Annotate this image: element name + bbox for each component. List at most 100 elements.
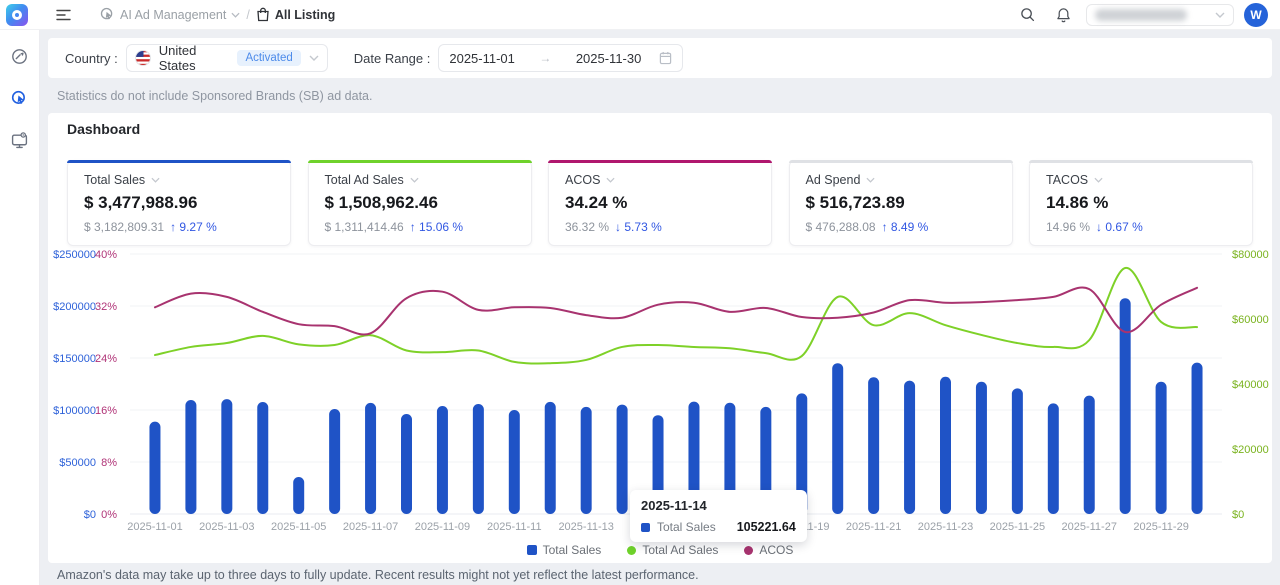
- metric-selector[interactable]: TACOS: [1046, 173, 1236, 187]
- notifications-button[interactable]: [1050, 2, 1076, 28]
- legend-label: ACOS: [759, 543, 793, 557]
- data-delay-note: Amazon's data may take up to three days …: [57, 568, 699, 582]
- metric-value: 34.24 %: [565, 193, 755, 213]
- svg-text:2025-11-23: 2025-11-23: [918, 521, 973, 533]
- metric-selector[interactable]: Total Sales: [84, 173, 274, 187]
- filter-bar: Country : United States Activated: [48, 38, 1272, 78]
- dashboard-panel: Dashboard Total Sales $ 3,477,988.96 $ 3…: [48, 113, 1272, 563]
- country-label: Country :: [65, 51, 118, 66]
- svg-text:$100000: $100000: [53, 405, 96, 417]
- metric-card-total-ad-sales: Total Ad Sales $ 1,508,962.46 $ 1,311,41…: [308, 160, 532, 246]
- search-button[interactable]: [1014, 2, 1040, 28]
- chevron-down-icon: [1094, 177, 1103, 183]
- breadcrumb-app-selector[interactable]: AI Ad Management: [100, 7, 240, 22]
- svg-text:$80000: $80000: [1232, 249, 1269, 261]
- date-start-value[interactable]: 2025-11-01: [449, 51, 515, 66]
- logo-ring: [12, 10, 22, 20]
- metric-label: Ad Spend: [806, 173, 861, 187]
- tooltip-series-label: Total Sales: [657, 520, 716, 534]
- svg-text:$0: $0: [1232, 509, 1244, 521]
- metric-change: ↓ 0.67 %: [1096, 220, 1143, 234]
- metric-selector[interactable]: ACOS: [565, 173, 755, 187]
- metric-comparison: $ 1,311,414.46 ↑ 15.06 %: [325, 220, 515, 234]
- svg-text:2025-11-03: 2025-11-03: [199, 521, 254, 533]
- svg-text:2025-11-05: 2025-11-05: [271, 521, 326, 533]
- svg-text:40%: 40%: [95, 249, 117, 261]
- sidebar-item-ad-management[interactable]: [6, 84, 34, 112]
- metric-change: ↑ 9.27 %: [170, 220, 217, 234]
- breadcrumb-app-label: AI Ad Management: [120, 8, 226, 22]
- app-logo-icon[interactable]: [6, 4, 28, 26]
- metric-prev-value: $ 3,182,809.31: [84, 220, 164, 234]
- metric-comparison: 14.96 % ↓ 0.67 %: [1046, 220, 1236, 234]
- metric-value: 14.86 %: [1046, 193, 1236, 213]
- metric-label: TACOS: [1046, 173, 1088, 187]
- chevron-down-icon: [410, 177, 419, 183]
- svg-text:$50000: $50000: [59, 457, 96, 469]
- svg-text:2025-11-29: 2025-11-29: [1133, 521, 1188, 533]
- metric-label: Total Sales: [84, 173, 145, 187]
- svg-text:$40000: $40000: [1232, 379, 1269, 391]
- sidebar-item-performance[interactable]: [6, 42, 34, 70]
- legend-marker-circle: [744, 546, 753, 555]
- metric-change: ↑ 15.06 %: [410, 220, 463, 234]
- chart-tooltip: 2025-11-14 Total Sales 105221.64: [630, 490, 807, 542]
- legend-marker-circle: [627, 546, 636, 555]
- svg-text:32%: 32%: [95, 301, 117, 313]
- legend-label: Total Sales: [543, 543, 602, 557]
- chevron-down-icon: [866, 177, 875, 183]
- performance-gauge-icon: [11, 48, 28, 65]
- legend-item-total-ad-sales[interactable]: Total Ad Sales: [627, 543, 718, 557]
- sidebar: [0, 30, 40, 585]
- account-selector[interactable]: [1086, 4, 1234, 26]
- chevron-down-icon: [309, 55, 319, 61]
- breadcrumb-separator: /: [246, 8, 249, 22]
- metric-prev-value: $ 1,311,414.46: [325, 220, 404, 234]
- svg-text:$0: $0: [84, 509, 96, 521]
- user-avatar[interactable]: W: [1244, 3, 1268, 27]
- legend-item-total-sales[interactable]: Total Sales: [527, 543, 602, 557]
- metric-comparison: $ 3,182,809.31 ↑ 9.27 %: [84, 220, 274, 234]
- ad-management-icon: [11, 90, 28, 107]
- breadcrumb-page-link[interactable]: All Listing: [256, 7, 335, 22]
- metric-prev-value: 14.96 %: [1046, 220, 1090, 234]
- listing-monitor-icon: [11, 132, 28, 149]
- svg-text:2025-11-11: 2025-11-11: [487, 521, 542, 533]
- date-range-picker[interactable]: 2025-11-01 → 2025-11-30: [438, 44, 683, 72]
- country-status-badge: Activated: [237, 50, 300, 66]
- tooltip-row: Total Sales 105221.64: [641, 520, 796, 534]
- chevron-down-icon: [231, 12, 240, 18]
- svg-text:$60000: $60000: [1232, 314, 1269, 326]
- date-end-value[interactable]: 2025-11-30: [576, 51, 642, 66]
- svg-text:2025-11-21: 2025-11-21: [846, 521, 901, 533]
- metric-label: Total Ad Sales: [325, 173, 404, 187]
- us-flag-icon: [135, 50, 151, 66]
- metric-change: ↑ 8.49 %: [882, 220, 929, 234]
- calendar-icon: [659, 51, 672, 65]
- metric-card-tacos: TACOS 14.86 % 14.96 % ↓ 0.67 %: [1029, 160, 1253, 246]
- country-value: United States: [159, 43, 230, 73]
- legend-item-acos[interactable]: ACOS: [744, 543, 793, 557]
- metric-selector[interactable]: Ad Spend: [806, 173, 996, 187]
- bell-icon: [1056, 7, 1071, 23]
- sidebar-toggle-button[interactable]: [50, 2, 76, 28]
- sidebar-item-listing-monitor[interactable]: [6, 126, 34, 154]
- breadcrumb-page-label: All Listing: [275, 8, 335, 22]
- chevron-down-icon: [606, 177, 615, 183]
- metric-selector[interactable]: Total Ad Sales: [325, 173, 515, 187]
- svg-text:$20000: $20000: [1232, 444, 1269, 456]
- svg-text:$250000: $250000: [53, 249, 96, 261]
- metric-comparison: $ 476,288.08 ↑ 8.49 %: [806, 220, 996, 234]
- shopping-bag-icon: [256, 7, 270, 22]
- country-select[interactable]: United States Activated: [126, 44, 328, 72]
- tooltip-series-marker: [641, 523, 650, 532]
- svg-text:16%: 16%: [95, 405, 117, 417]
- ad-management-icon: [100, 7, 115, 22]
- svg-text:$200000: $200000: [53, 301, 96, 313]
- metric-card-acos: ACOS 34.24 % 36.32 % ↓ 5.73 %: [548, 160, 772, 246]
- metric-value: $ 1,508,962.46: [325, 193, 515, 213]
- legend-marker-square: [527, 545, 537, 555]
- chevron-down-icon: [151, 177, 160, 183]
- svg-text:2025-11-27: 2025-11-27: [1062, 521, 1117, 533]
- svg-text:2025-11-13: 2025-11-13: [558, 521, 613, 533]
